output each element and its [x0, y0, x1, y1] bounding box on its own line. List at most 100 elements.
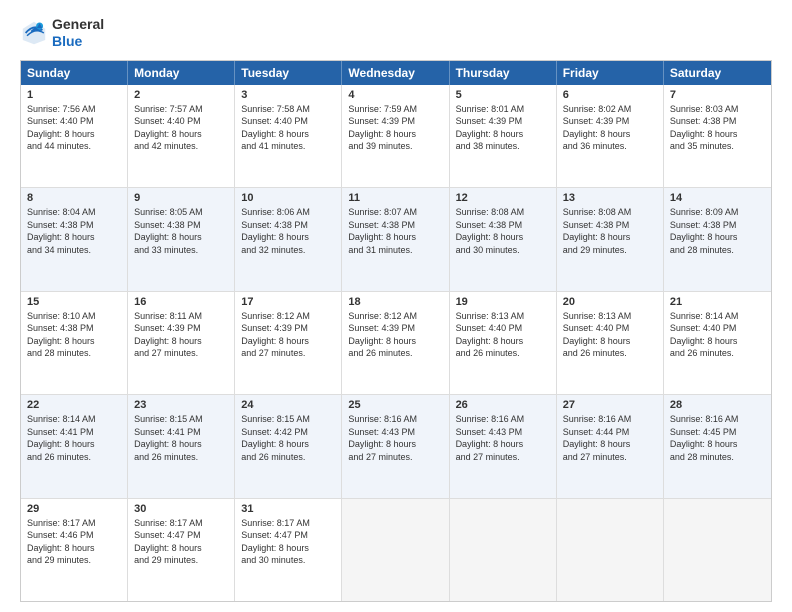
cell-line: Daylight: 8 hours — [241, 128, 335, 141]
day-number: 10 — [241, 192, 335, 204]
day-number: 31 — [241, 503, 335, 515]
cell-line: Sunrise: 8:06 AM — [241, 206, 335, 219]
calendar-row: 29Sunrise: 8:17 AMSunset: 4:46 PMDayligh… — [21, 499, 771, 601]
cell-line: Sunrise: 8:02 AM — [563, 103, 657, 116]
cell-line: Daylight: 8 hours — [134, 128, 228, 141]
cell-line: and 29 minutes. — [27, 554, 121, 567]
cell-line: Sunset: 4:38 PM — [348, 219, 442, 232]
day-cell: 18 Sunrise: 8:12 AMSunset: 4:39 PMDayligh… — [342, 292, 449, 394]
cell-line: and 35 minutes. — [670, 140, 765, 153]
cell-line: Sunset: 4:40 PM — [456, 322, 550, 335]
cell-line: Daylight: 8 hours — [27, 335, 121, 348]
cell-line: Sunset: 4:38 PM — [134, 219, 228, 232]
day-number: 18 — [348, 296, 442, 308]
day-cell: 14Sunrise: 8:09 AMSunset: 4:38 PMDayligh… — [664, 188, 771, 290]
cell-line: Sunset: 4:40 PM — [241, 115, 335, 128]
cell-line: Daylight: 8 hours — [27, 231, 121, 244]
logo-text: General Blue — [52, 16, 104, 50]
cell-line: Daylight: 8 hours — [348, 231, 442, 244]
cell-line: Sunrise: 8:12 AM — [348, 310, 442, 323]
cell-line: Sunset: 4:38 PM — [563, 219, 657, 232]
day-number: 4 — [348, 89, 442, 101]
cell-line: and 31 minutes. — [348, 244, 442, 257]
cell-line: Daylight: 8 hours — [456, 128, 550, 141]
cell-line: and 41 minutes. — [241, 140, 335, 153]
day-number: 12 — [456, 192, 550, 204]
weekday-header: Tuesday — [235, 61, 342, 85]
cell-line: Sunrise: 8:16 AM — [456, 413, 550, 426]
day-cell: 25Sunrise: 8:16 AMSunset: 4:43 PMDayligh… — [342, 395, 449, 497]
day-cell: 17Sunrise: 8:12 AMSunset: 4:39 PMDayligh… — [235, 292, 342, 394]
cell-line: Sunset: 4:43 PM — [348, 426, 442, 439]
cell-line: Sunset: 4:39 PM — [348, 322, 442, 335]
cell-line: Sunrise: 8:14 AM — [670, 310, 765, 323]
empty-cell — [342, 499, 449, 601]
day-number: 29 — [27, 503, 121, 515]
day-cell: 30Sunrise: 8:17 AMSunset: 4:47 PMDayligh… — [128, 499, 235, 601]
empty-cell — [450, 499, 557, 601]
cell-line: Sunset: 4:42 PM — [241, 426, 335, 439]
cell-line: and 27 minutes. — [241, 347, 335, 360]
day-cell: 4Sunrise: 7:59 AMSunset: 4:39 PMDaylight… — [342, 85, 449, 187]
day-number: 1 — [27, 89, 121, 101]
cell-line: Sunrise: 8:11 AM — [134, 310, 228, 323]
day-number: 22 — [27, 399, 121, 411]
cell-line: Daylight: 8 hours — [348, 335, 442, 348]
cell-line: Sunrise: 8:17 AM — [134, 517, 228, 530]
cell-line: Daylight: 8 hours — [348, 438, 442, 451]
day-cell: 7Sunrise: 8:03 AMSunset: 4:38 PMDaylight… — [664, 85, 771, 187]
cell-line: Sunset: 4:39 PM — [134, 322, 228, 335]
cell-line: and 27 minutes. — [134, 347, 228, 360]
cell-line: and 33 minutes. — [134, 244, 228, 257]
cell-line: Sunrise: 8:08 AM — [456, 206, 550, 219]
cell-line: Sunset: 4:44 PM — [563, 426, 657, 439]
cell-line: and 26 minutes. — [348, 347, 442, 360]
cell-line: Sunset: 4:46 PM — [27, 529, 121, 542]
cell-line: Sunrise: 8:13 AM — [563, 310, 657, 323]
day-cell: 10Sunrise: 8:06 AMSunset: 4:38 PMDayligh… — [235, 188, 342, 290]
weekday-header: Sunday — [21, 61, 128, 85]
cell-line: Sunrise: 8:17 AM — [241, 517, 335, 530]
day-cell: 9Sunrise: 8:05 AMSunset: 4:38 PMDaylight… — [128, 188, 235, 290]
day-cell: 5Sunrise: 8:01 AMSunset: 4:39 PMDaylight… — [450, 85, 557, 187]
cell-line: Sunrise: 8:16 AM — [348, 413, 442, 426]
day-number: 6 — [563, 89, 657, 101]
cell-line: Sunrise: 8:10 AM — [27, 310, 121, 323]
day-cell: 29 Sunrise: 8:17 AMSunset: 4:46 PMDayligh… — [21, 499, 128, 601]
weekday-header: Saturday — [664, 61, 771, 85]
day-number: 30 — [134, 503, 228, 515]
cell-line: Sunset: 4:38 PM — [670, 115, 765, 128]
cell-line: and 26 minutes. — [27, 451, 121, 464]
day-cell: 27Sunrise: 8:16 AMSunset: 4:44 PMDayligh… — [557, 395, 664, 497]
day-number: 14 — [670, 192, 765, 204]
day-number: 24 — [241, 399, 335, 411]
cell-line: Daylight: 8 hours — [563, 335, 657, 348]
cell-line: Daylight: 8 hours — [27, 542, 121, 555]
cell-line: and 29 minutes. — [134, 554, 228, 567]
page: General Blue SundayMondayTuesdayWednesda… — [0, 0, 792, 612]
cell-line: Sunset: 4:39 PM — [563, 115, 657, 128]
cell-line: Sunrise: 7:58 AM — [241, 103, 335, 116]
day-cell: 12Sunrise: 8:08 AMSunset: 4:38 PMDayligh… — [450, 188, 557, 290]
cell-line: Sunrise: 8:17 AM — [27, 517, 121, 530]
day-cell: 21Sunrise: 8:14 AMSunset: 4:40 PMDayligh… — [664, 292, 771, 394]
day-cell: 6Sunrise: 8:02 AMSunset: 4:39 PMDaylight… — [557, 85, 664, 187]
cell-line: Sunset: 4:47 PM — [241, 529, 335, 542]
day-cell: 16Sunrise: 8:11 AMSunset: 4:39 PMDayligh… — [128, 292, 235, 394]
cell-line: and 42 minutes. — [134, 140, 228, 153]
cell-line: Sunrise: 8:16 AM — [670, 413, 765, 426]
cell-line: and 38 minutes. — [456, 140, 550, 153]
cell-line: Sunset: 4:40 PM — [27, 115, 121, 128]
day-cell: 20Sunrise: 8:13 AMSunset: 4:40 PMDayligh… — [557, 292, 664, 394]
cell-line: Daylight: 8 hours — [456, 438, 550, 451]
day-number: 20 — [563, 296, 657, 308]
day-cell: 31Sunrise: 8:17 AMSunset: 4:47 PMDayligh… — [235, 499, 342, 601]
cell-line: Daylight: 8 hours — [134, 335, 228, 348]
calendar-row: 22Sunrise: 8:14 AMSunset: 4:41 PMDayligh… — [21, 395, 771, 498]
cell-line: and 28 minutes. — [670, 244, 765, 257]
cell-line: and 29 minutes. — [563, 244, 657, 257]
cell-line: and 27 minutes. — [456, 451, 550, 464]
cell-line: Sunset: 4:38 PM — [456, 219, 550, 232]
day-number: 7 — [670, 89, 765, 101]
cell-line: Sunrise: 7:57 AM — [134, 103, 228, 116]
